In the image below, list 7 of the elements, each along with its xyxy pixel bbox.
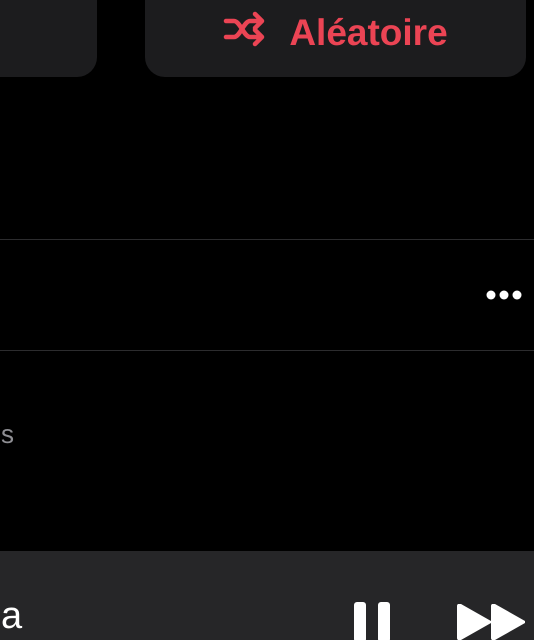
shuffle-button[interactable]: Aléatoire — [145, 0, 526, 77]
pause-icon[interactable] — [353, 602, 391, 640]
mini-player[interactable]: a — [0, 551, 534, 640]
list-item-text: s — [1, 421, 14, 447]
more-icon[interactable] — [486, 290, 522, 300]
track-title: a — [1, 597, 22, 635]
fast-forward-icon[interactable] — [455, 604, 527, 640]
